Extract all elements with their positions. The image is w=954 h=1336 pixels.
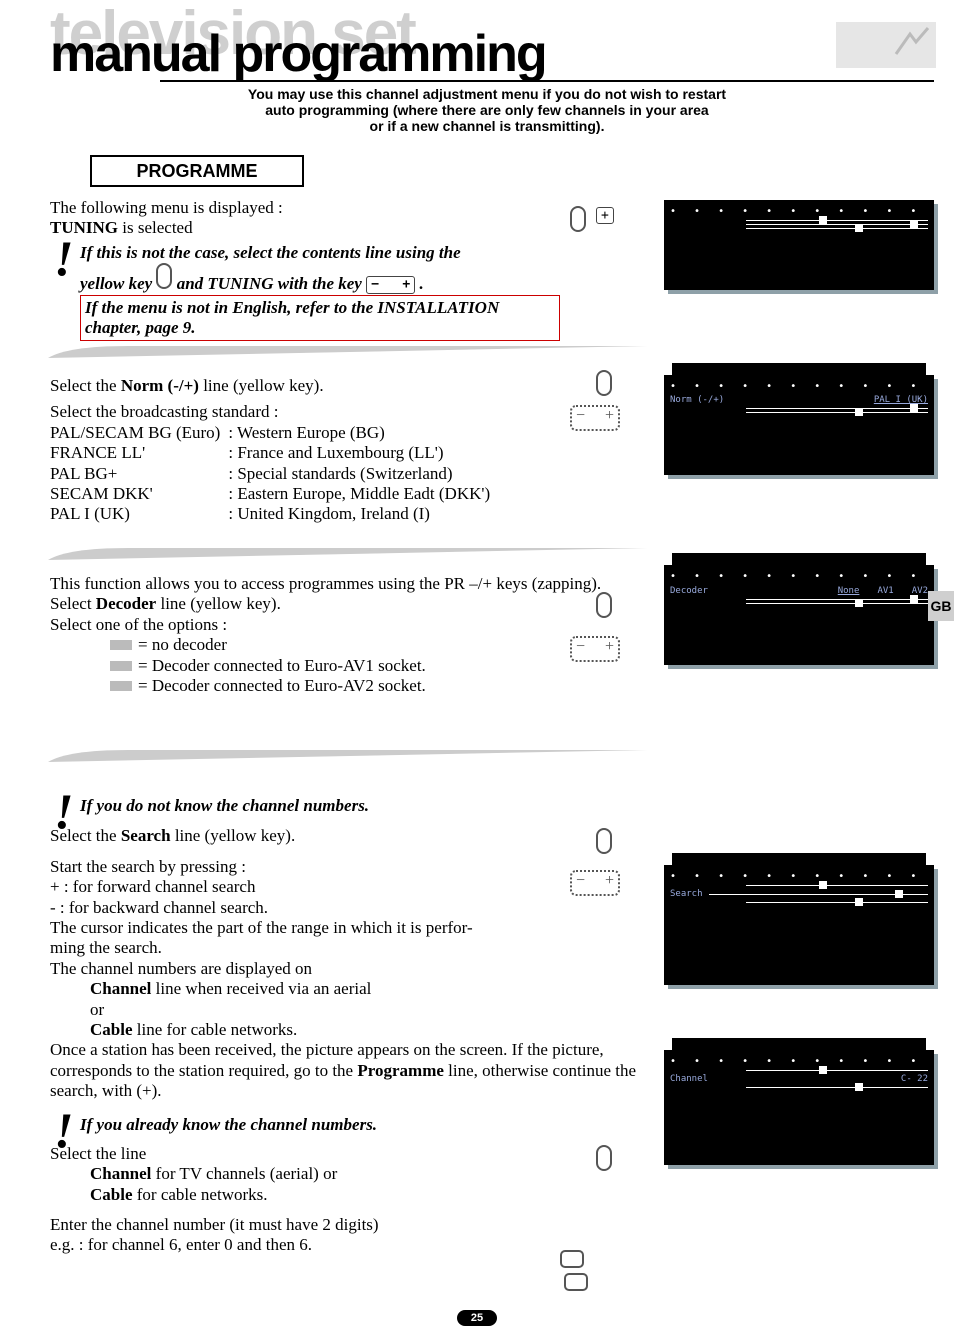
subtitle-banner: You may use this channel adjustment menu… [40, 80, 934, 140]
s4-k2a: Channel [90, 1164, 151, 1183]
s3-l2a: Select [50, 594, 96, 613]
section-norm: Select the Norm (-/+) line (yellow key).… [50, 360, 650, 525]
s4-k4: Enter the channel number (it must have 2… [50, 1215, 379, 1234]
section-search: ! If you do not know the channel numbers… [50, 780, 650, 1256]
s2-l1b: Norm (-/+) [121, 376, 199, 395]
d3-label: Decoder [670, 586, 708, 596]
decoder-option: = no decoder [110, 635, 650, 655]
s4-k5: e.g. : for channel 6, enter 0 and then 6… [50, 1235, 312, 1254]
s1-emph1b-end: . [419, 274, 423, 293]
s1-redbox: If the menu is not in English, refer to … [80, 295, 560, 342]
s3-l1: This function allows you to access progr… [50, 574, 601, 593]
s4-k3a: Cable [90, 1185, 133, 1204]
s4-l2: Start the search by pressing : [50, 857, 650, 877]
s4-l8a: Cable [90, 1020, 133, 1039]
s4-k3b: for cable networks. [137, 1185, 268, 1204]
divider-swoosh [48, 346, 648, 360]
s4-l8b: line for cable networks. [137, 1020, 298, 1039]
page-header: television set manual programming [50, 0, 934, 84]
exclaim-icon: ! [54, 1115, 73, 1145]
divider-swoosh [48, 750, 648, 764]
d5-label: Channel [670, 1074, 708, 1084]
s4-k1: Select the line [50, 1144, 650, 1164]
s4-l7a: Channel [90, 979, 151, 998]
remote-digit-key-icon [560, 1250, 610, 1280]
s1-line1: The following menu is displayed : [50, 198, 283, 217]
std-desc: : France and Luxembourg (LL') [228, 443, 498, 463]
remote-minus-plus-icon [570, 405, 620, 435]
remote-capsule-icon [596, 1145, 646, 1175]
d5-value: C- 22 [901, 1074, 928, 1084]
s4-k2b: for TV channels (aerial) or [156, 1164, 338, 1183]
s1-emph1a: If this is not the case, select the cont… [80, 243, 461, 262]
subtitle-line1: You may use this channel adjustment menu… [248, 86, 726, 102]
std-code: PAL/SECAM BG (Euro) [50, 423, 228, 443]
s4-l5: The cursor indicates the part of the ran… [50, 918, 473, 937]
s4-l5b: ming the search. [50, 938, 162, 957]
decoder-option: = Decoder connected to Euro-AV1 socket. [110, 656, 650, 676]
s4-l1c: line (yellow key). [175, 826, 295, 845]
exclaim-icon: ! [54, 243, 73, 273]
exclaim-icon: ! [54, 796, 73, 826]
s3-l2b: Decoder [96, 594, 156, 613]
std-code: FRANCE LL' [50, 443, 228, 463]
d3-opt-av2: AV2 [912, 586, 928, 596]
d4-label: Search [670, 889, 703, 899]
remote-capsule-icon [596, 828, 646, 858]
main-title: manual programming [50, 24, 934, 84]
osd-diagram-channel: • • • • • • • • • • • Channel C- 22 [664, 1050, 934, 1165]
osd-diagram-programme: • • • • • • • • • • • [664, 200, 934, 290]
s4-note-unknown: If you do not know the channel numbers. [80, 796, 369, 815]
remote-minus-plus-icon [570, 636, 620, 666]
std-code: PAL BG+ [50, 464, 228, 484]
s4-note-known: If you already know the channel numbers. [80, 1115, 377, 1134]
osd-diagram-decoder: • • • • • • • • • • • Decoder None AV1 A… [664, 565, 934, 665]
d2-label-right: PAL I (UK) [874, 395, 928, 405]
s4-l3: + : for forward channel search [50, 877, 650, 897]
section-decoder: This function allows you to access progr… [50, 560, 650, 696]
s4-l7b: line when received via an aerial [156, 979, 372, 998]
s4-l7c: or [90, 1000, 104, 1019]
d3-opt-none: None [838, 586, 860, 596]
remote-plus-key-icon: + [596, 206, 646, 236]
std-code: PAL I (UK) [50, 504, 228, 524]
s4-l4: - : for backward channel search. [50, 898, 650, 918]
osd-diagram-search: • • • • • • • • • • • Search [664, 865, 934, 985]
minus-plus-key-icon: − + [366, 276, 415, 294]
header-corner-icon [836, 22, 936, 68]
subtitle-line3: or if a new channel is transmitting). [370, 118, 605, 134]
standards-table: PAL/SECAM BG (Euro): Western Europe (BG)… [50, 423, 498, 525]
std-desc: : Special standards (Switzerland) [228, 464, 498, 484]
yellow-key-icon [156, 263, 172, 289]
s1-emph1b-pre: yellow key [80, 274, 156, 293]
decoder-option: = Decoder connected to Euro-AV2 socket. [110, 676, 650, 696]
osd-diagram-norm: • • • • • • • • • • • Norm (-/+) PAL I (… [664, 375, 934, 475]
remote-capsule-icon [596, 370, 646, 400]
section-programme: The following menu is displayed : TUNING… [50, 170, 650, 341]
language-tab-gb: GB [928, 591, 954, 621]
s2-l2: Select the broadcasting standard : [50, 402, 650, 422]
s2-l1a: Select the [50, 376, 121, 395]
page-number: 25 [457, 1310, 497, 1326]
s3-l2c: line (yellow key). [160, 594, 280, 613]
remote-capsule-icon [596, 592, 646, 622]
std-desc: : United Kingdom, Ireland (I) [228, 504, 498, 524]
s4-l1b: Search [121, 826, 171, 845]
s4-l9b: Programme [357, 1061, 444, 1080]
subtitle-line2: auto programming (where there are only f… [265, 102, 708, 118]
d2-label-left: Norm (-/+) [670, 395, 724, 405]
s3-l3: Select one of the options : [50, 615, 650, 635]
s2-l1c: line (yellow key). [203, 376, 323, 395]
std-desc: : Eastern Europe, Middle Eadt (DKK') [228, 484, 498, 504]
s1-tuning-post: is selected [118, 218, 193, 237]
remote-minus-plus-icon [570, 870, 620, 900]
std-desc: : Western Europe (BG) [228, 423, 498, 443]
s1-emph1b-mid: and TUNING with the key [177, 274, 366, 293]
std-code: SECAM DKK' [50, 484, 228, 504]
s4-l6: The channel numbers are displayed on [50, 959, 650, 979]
d3-opt-av1: AV1 [877, 586, 893, 596]
